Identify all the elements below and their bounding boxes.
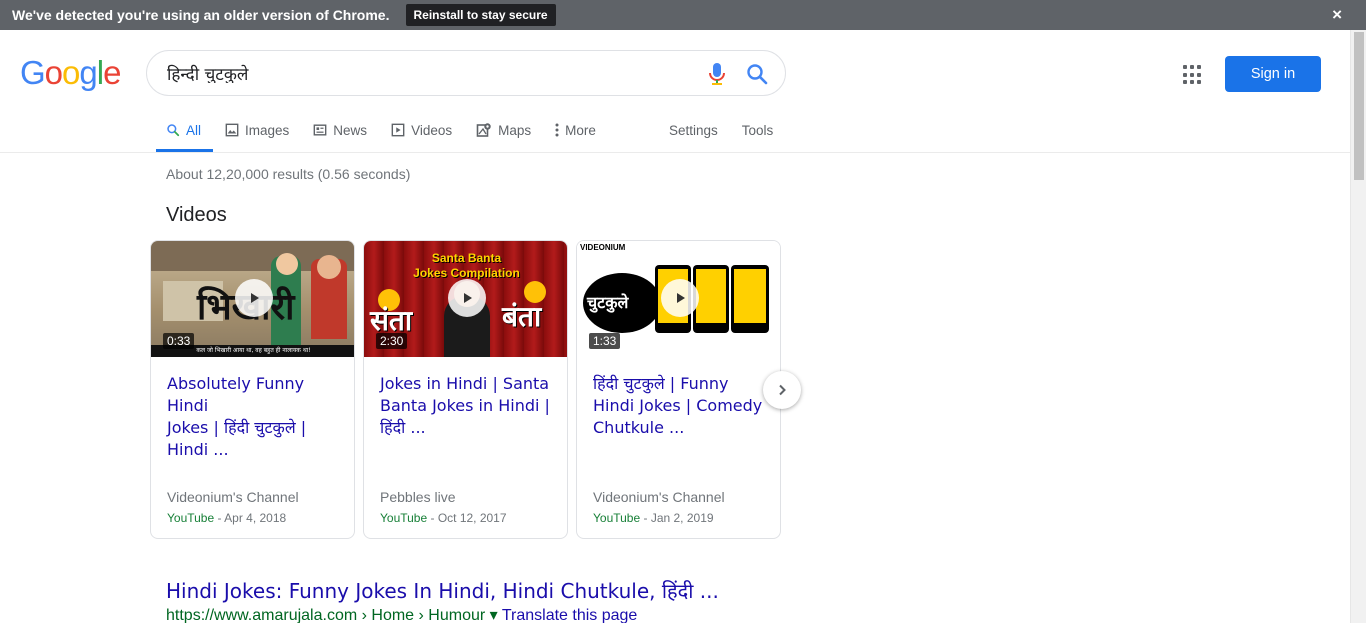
title-line: Absolutely Funny Hindi [167,374,305,415]
video-title-link[interactable]: Absolutely Funny Hindi Jokes | हिंदी चुट… [167,373,343,461]
more-vert-icon [555,123,559,137]
video-source: YouTube - Apr 4, 2018 [167,511,286,525]
tab-all[interactable]: All [156,110,214,152]
play-icon[interactable] [661,279,699,317]
video-date: - Oct 12, 2017 [427,511,507,525]
source-name: YouTube [380,511,428,525]
video-date: - Jan 2, 2019 [640,511,714,525]
tools-link[interactable]: Tools [742,110,774,150]
thumbnail-text: चुटकुले [587,293,629,312]
result-title-link[interactable]: Hindi Jokes: Funny Jokes In Hindi, Hindi… [166,577,719,604]
video-card[interactable]: Santa Banta Jokes Compilation संता बंता … [363,240,568,539]
close-icon[interactable]: × [1332,5,1342,25]
result-stats: About 12,20,000 results (0.56 seconds) [166,166,411,182]
title-line: Banta Jokes in Hindi | [380,396,550,415]
video-icon [391,123,405,137]
settings-link[interactable]: Settings [669,110,718,150]
video-card[interactable]: VIDEONIUM चुटकुले 1:33 हिंदी चुटकुले | F… [576,240,781,539]
tab-label: More [565,122,596,138]
source-name: YouTube [593,511,641,525]
search-icon[interactable] [745,62,769,86]
video-thumbnail[interactable]: भिखारी कल जो भिखारी आया था, वह बहुत ही न… [151,241,354,357]
video-thumbnail[interactable]: Santa Banta Jokes Compilation संता बंता … [364,241,567,357]
carousel-next-button[interactable] [763,371,801,409]
logo-letter: G [20,54,46,91]
tab-label: Images [245,122,290,138]
scrollbar-thumb[interactable] [1354,32,1364,180]
tab-news[interactable]: News [301,110,379,150]
tab-more[interactable]: More [543,110,608,150]
video-source: YouTube - Jan 2, 2019 [593,511,714,525]
thumbnail-brand: VIDEONIUM [580,243,626,252]
video-duration: 2:30 [376,333,408,349]
search-input[interactable] [167,63,687,83]
video-thumbnail[interactable]: VIDEONIUM चुटकुले 1:33 [577,241,780,357]
apps-grid-icon[interactable] [1183,65,1203,85]
videos-heading: Videos [166,204,227,226]
title-line: Hindi ... [167,440,229,459]
source-name: YouTube [167,511,215,525]
image-icon [225,123,239,137]
result-dropdown-icon[interactable]: ▾ [490,607,498,623]
video-date: - Apr 4, 2018 [214,511,287,525]
page-scrollbar[interactable] [1350,30,1366,623]
logo-letter: e [103,54,121,91]
video-channel: Videonium's Channel [167,489,299,505]
video-title-link[interactable]: हिंदी चुटकुले | Funny Hindi Jokes | Come… [593,373,769,439]
play-icon[interactable] [448,279,486,317]
reinstall-button[interactable]: Reinstall to stay secure [405,4,556,26]
translate-link[interactable]: Translate this page [498,607,637,623]
title-line: Jokes in Hindi | Santa [380,374,550,393]
title-line: Jokes | हिंदी चुटकुले | [167,418,307,437]
outdated-browser-banner: We've detected you're using an older ver… [0,0,1366,30]
map-icon [476,123,491,137]
logo-letter: g [79,54,97,91]
banner-message: We've detected you're using an older ver… [12,7,390,23]
mic-icon[interactable] [707,62,727,86]
tab-label: All [186,122,202,138]
tab-maps[interactable]: Maps [464,110,543,150]
thumbnail-text: Santa Banta [431,251,502,265]
tab-images[interactable]: Images [213,110,301,150]
video-card[interactable]: भिखारी कल जो भिखारी आया था, वह बहुत ही न… [150,240,355,539]
title-line: Hindi Jokes | Comedy [593,396,763,415]
video-duration: 0:33 [163,333,195,349]
title-line: हिंदी ... [380,418,426,437]
google-logo[interactable]: Google [20,54,121,92]
logo-letter: o [62,54,80,91]
tab-videos[interactable]: Videos [379,110,464,150]
result-breadcrumb[interactable]: https://www.amarujala.com › Home › Humou… [166,607,490,623]
video-channel: Videonium's Channel [593,489,725,505]
tab-label: Maps [498,122,532,138]
tab-label: News [333,122,368,138]
search-icon [167,124,180,137]
news-icon [313,124,327,136]
logo-letter: o [44,54,63,91]
thumbnail-text: Jokes Compilation [413,266,520,280]
search-tabs: All Images News Videos Maps More [156,110,608,152]
result-url: https://www.amarujala.com › Home › Humou… [166,605,637,623]
header-divider [0,152,1350,153]
chevron-right-icon [779,384,786,396]
sign-in-button[interactable]: Sign in [1225,56,1321,92]
video-source: YouTube - Oct 12, 2017 [380,511,507,525]
video-channel: Pebbles live [380,489,456,505]
thumbnail-text: बंता [502,300,542,333]
search-box [146,50,786,96]
tab-label: Videos [411,122,453,138]
video-duration: 1:33 [589,333,621,349]
play-icon[interactable] [235,279,273,317]
video-title-link[interactable]: Jokes in Hindi | Santa Banta Jokes in Hi… [380,373,556,439]
title-line: हिंदी चुटकुले | Funny [593,374,729,393]
title-line: Chutkule ... [593,418,685,437]
